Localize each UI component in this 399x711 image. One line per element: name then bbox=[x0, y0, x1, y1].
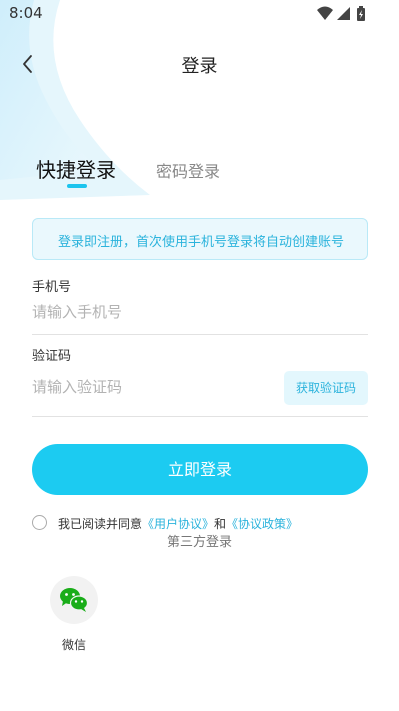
policy-link[interactable]: 《协议政策》 bbox=[226, 517, 298, 531]
cellular-signal-icon bbox=[337, 7, 350, 20]
tab-quick-login[interactable]: 快捷登录 bbox=[36, 154, 116, 183]
code-label: 验证码 bbox=[32, 349, 72, 364]
get-code-button[interactable]: 获取验证码 bbox=[284, 371, 368, 405]
agreement-and: 和 bbox=[214, 517, 227, 531]
status-icons bbox=[317, 6, 369, 22]
wifi-icon bbox=[317, 6, 333, 20]
user-agreement-link[interactable]: 《用户协议》 bbox=[142, 517, 214, 531]
wechat-icon bbox=[60, 588, 89, 612]
agreement-checkbox[interactable] bbox=[32, 515, 47, 530]
agreement-row: 我已阅读并同意《用户协议》和《协议政策》 bbox=[32, 514, 372, 532]
status-bar: 8:04 bbox=[0, 0, 399, 28]
status-time: 8:04 bbox=[9, 4, 43, 22]
battery-charging-icon bbox=[357, 6, 365, 21]
register-notice: 登录即注册，首次使用手机号登录将自动创建账号 bbox=[32, 218, 368, 260]
phone-label: 手机号 bbox=[32, 280, 72, 295]
third-party-title: 第三方登录 bbox=[166, 535, 232, 550]
divider bbox=[32, 334, 368, 335]
header: 登录 bbox=[0, 44, 399, 84]
phone-input[interactable] bbox=[32, 297, 368, 327]
login-tabs: 快捷登录 密码登录 bbox=[0, 150, 399, 194]
active-tab-indicator bbox=[67, 184, 87, 188]
page-title: 登录 bbox=[181, 56, 218, 77]
wechat-label: 微信 bbox=[61, 638, 86, 652]
divider bbox=[32, 416, 368, 417]
login-button[interactable]: 立即登录 bbox=[32, 444, 368, 495]
notice-text: 登录即注册，首次使用手机号登录将自动创建账号 bbox=[57, 235, 344, 250]
agreement-prefix: 我已阅读并同意 bbox=[58, 517, 143, 531]
agreement-text: 我已阅读并同意《用户协议》和《协议政策》 bbox=[58, 515, 298, 532]
code-input[interactable] bbox=[32, 372, 272, 402]
wechat-login-button[interactable] bbox=[50, 576, 98, 624]
tab-password-login[interactable]: 密码登录 bbox=[156, 158, 220, 182]
